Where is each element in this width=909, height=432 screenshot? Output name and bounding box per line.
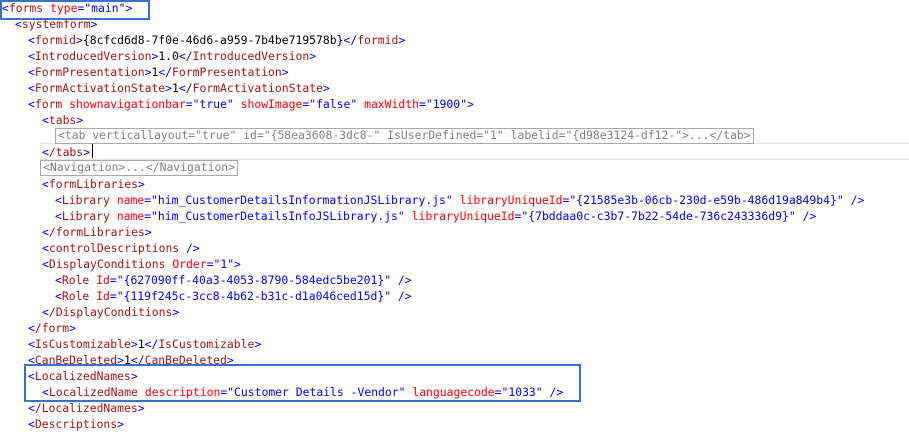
role-id-attr: Id xyxy=(96,289,110,303)
is-customizable-open-tag: IsCustomizable xyxy=(34,337,131,351)
code-line-collapsed-tab[interactable]: <tab verticallayout="true" id="{58ea3608… xyxy=(55,128,909,144)
is-customizable-close-tag: IsCustomizable xyxy=(158,337,255,351)
role-tag: Role xyxy=(61,273,90,287)
collapsed-navigation-region[interactable]: <Navigation>...</Navigation> xyxy=(40,160,239,176)
code-line-introduced-version[interactable]: <IntroducedVersion>1.0</IntroducedVersio… xyxy=(28,48,909,64)
code-line-library-2[interactable]: <Library name="him_CustomerDetailsInfoJS… xyxy=(55,208,909,224)
library-name-attr: name xyxy=(116,193,145,207)
control-descriptions-tag: controlDescriptions xyxy=(48,241,180,255)
introduced-version-value: 1.0 xyxy=(158,49,179,63)
attr-maxwidth-value: 1900 xyxy=(432,97,461,111)
code-line-localized-names-close[interactable]: </LocalizedNames> xyxy=(28,400,909,416)
library-id-value: {21585e3b-06cb-230d-e59b-486d19a849b4} xyxy=(576,193,837,207)
is-customizable-value: 1 xyxy=(137,337,145,351)
library-id-attr: libraryUniqueId xyxy=(411,209,515,223)
code-line-form[interactable]: <form shownavigationbar="true" showImage… xyxy=(28,96,909,112)
form-activation-state-value: 1 xyxy=(172,81,179,95)
form-activation-state-close-tag: FormActivationState xyxy=(192,81,323,95)
formid-open-tag: formid xyxy=(34,33,77,47)
form-presentation-close-tag: FormPresentation xyxy=(172,65,282,79)
library-id-attr: libraryUniqueId xyxy=(459,193,563,207)
display-conditions-order-attr: Order xyxy=(172,257,207,271)
display-conditions-close-tag: /DisplayConditions xyxy=(48,305,173,319)
code-line-form-activation-state[interactable]: <FormActivationState>1</FormActivationSt… xyxy=(28,80,909,96)
code-line-tabs-close[interactable]: </tabs> xyxy=(42,144,909,160)
form-libraries-close-tag: /formLibraries xyxy=(48,225,145,239)
form-activation-state-open-tag: FormActivationState xyxy=(34,81,166,95)
form-close-tag: /form xyxy=(34,321,70,335)
highlight-localized-names xyxy=(24,364,581,402)
code-line-descriptions[interactable]: <Descriptions> xyxy=(28,416,909,432)
role-id-value: {119f245c-3cc8-4b62-b31c-d1a046ced15d} xyxy=(123,289,385,303)
attr-shownavigationbar-value: true xyxy=(199,97,227,111)
role-id-attr: Id xyxy=(96,273,110,287)
attr-shownavigationbar: shownavigationbar xyxy=(69,97,186,111)
collapsed-tab-region[interactable]: <tab verticallayout="true" id="{58ea3608… xyxy=(55,128,754,144)
code-line-library-1[interactable]: <Library name="him_CustomerDetailsInform… xyxy=(55,192,909,208)
localized-names-close-tag: /LocalizedNames xyxy=(34,401,138,415)
formid-close-tag: formid xyxy=(357,33,399,47)
library-name-attr: name xyxy=(116,209,145,223)
code-line-display-conditions[interactable]: <DisplayConditions Order="1"> xyxy=(42,256,909,272)
library-name-value: him_CustomerDetailsInfoJSLibrary.js xyxy=(157,209,398,223)
tabs-tag: tabs xyxy=(48,113,77,127)
code-line-form-libraries-close[interactable]: </formLibraries> xyxy=(42,224,909,240)
library-tag: Library xyxy=(61,193,110,207)
code-line-tabs[interactable]: <tabs> xyxy=(42,112,909,128)
xml-editor[interactable]: <forms type="main"> <systemform> <formid… xyxy=(0,0,909,431)
form-tag: form xyxy=(34,97,63,111)
code-line-control-descriptions[interactable]: <controlDescriptions /> xyxy=(42,240,909,256)
code-line-form-libraries[interactable]: <formLibraries> xyxy=(42,176,909,192)
code-line-is-customizable[interactable]: <IsCustomizable>1</IsCustomizable> xyxy=(28,336,909,352)
library-name-value: him_CustomerDetailsInformationJSLibrary.… xyxy=(157,193,446,207)
display-conditions-tag: DisplayConditions xyxy=(48,257,166,271)
code-line-collapsed-navigation[interactable]: <Navigation>...</Navigation> xyxy=(40,160,909,176)
code-line-form-close[interactable]: </form> xyxy=(28,320,909,336)
library-tag: Library xyxy=(61,209,110,223)
introduced-version-open-tag: IntroducedVersion xyxy=(34,49,152,63)
role-tag: Role xyxy=(61,289,90,303)
role-id-value: {627090ff-40a3-4053-8790-584edc5be201} xyxy=(123,273,385,287)
code-line-role-2[interactable]: <Role Id="{119f245c-3cc8-4b62-b31c-d1a04… xyxy=(55,288,909,304)
introduced-version-close-tag: IntroducedVersion xyxy=(192,49,310,63)
highlight-forms-type-main xyxy=(0,0,150,20)
descriptions-tag: Descriptions xyxy=(34,417,118,431)
formid-value: {8cfcd6d8-7f0e-46d6-a959-7b4be719578b} xyxy=(82,33,344,47)
form-presentation-open-tag: FormPresentation xyxy=(34,65,145,79)
code-line-display-conditions-close[interactable]: </DisplayConditions> xyxy=(42,304,909,320)
code-line-role-1[interactable]: <Role Id="{627090ff-40a3-4053-8790-584ed… xyxy=(55,272,909,288)
attr-maxwidth: maxWidth xyxy=(364,97,419,111)
library-id-value: {7bddaa0c-c3b7-7b22-54de-736c243336d9} xyxy=(528,209,789,223)
code-line-formid[interactable]: <formid>{8cfcd6d8-7f0e-46d6-a959-7b4be71… xyxy=(28,32,909,48)
code-line-form-presentation[interactable]: <FormPresentation>1</FormPresentation> xyxy=(28,64,909,80)
attr-showimage: showImage xyxy=(240,97,303,111)
attr-showimage-value: false xyxy=(316,97,351,111)
tabs-close-tag: /tabs xyxy=(48,145,84,159)
form-libraries-tag: formLibraries xyxy=(48,177,139,191)
